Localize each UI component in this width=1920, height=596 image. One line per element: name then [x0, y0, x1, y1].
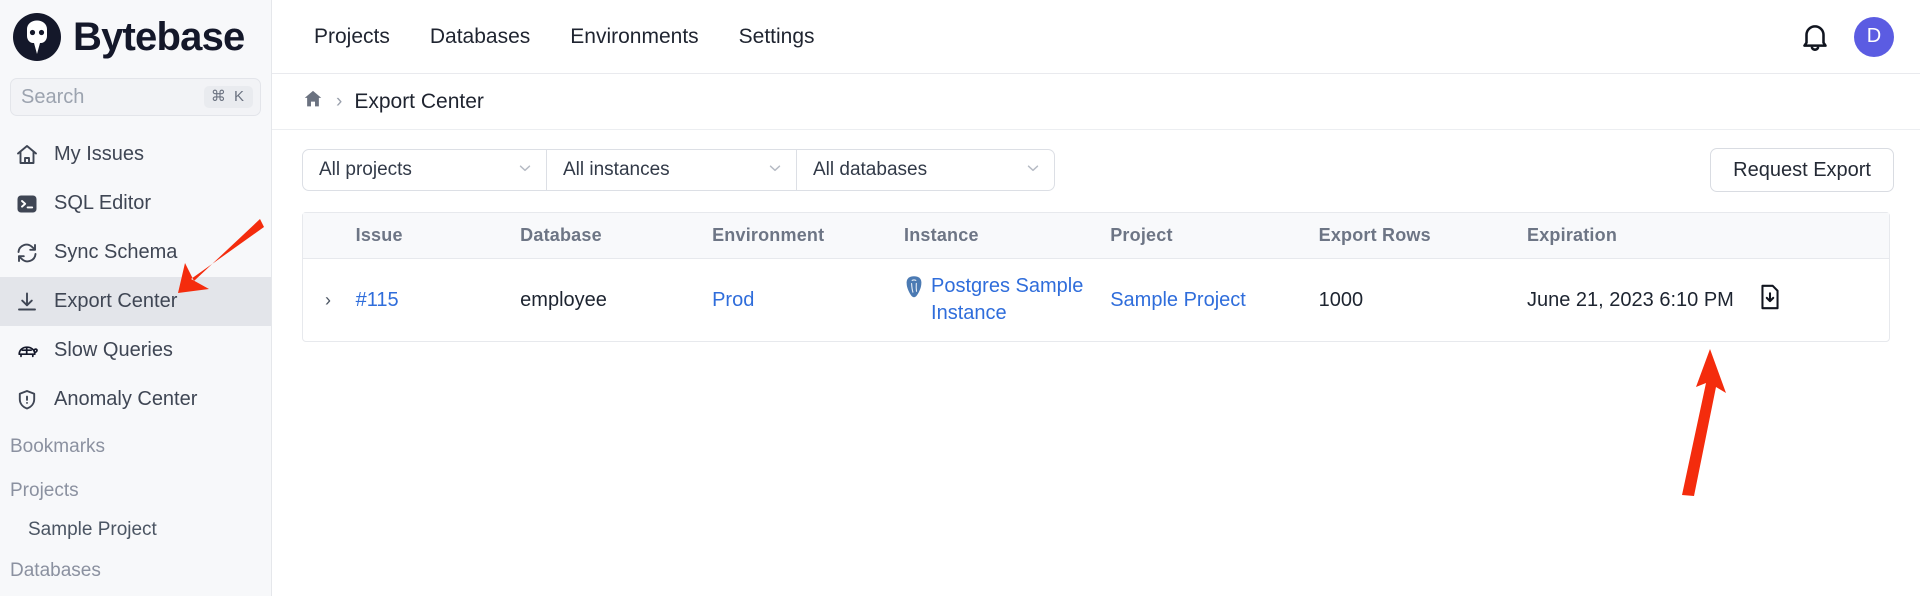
cell-instance: Postgres Sample Instance	[904, 259, 1110, 342]
breadcrumb-separator: ›	[336, 90, 343, 112]
search-container: Search ⌘ K	[0, 78, 271, 116]
cell-database: employee	[520, 288, 607, 311]
table-body: › #115 employee Prod Postgres Sample Ins…	[303, 259, 1889, 342]
issue-link[interactable]: #115	[356, 289, 399, 311]
file-download-icon[interactable]	[1757, 284, 1783, 316]
app-root: Bytebase Search ⌘ K My Issues SQL Editor…	[0, 0, 1920, 596]
breadcrumb-home-icon[interactable]	[302, 88, 324, 115]
sidebar-group-projects[interactable]: Projects	[0, 468, 271, 512]
home-icon	[14, 142, 40, 168]
breadcrumb: › Export Center	[272, 74, 1920, 130]
cell-action	[1757, 259, 1889, 342]
cell-project: Sample Project	[1110, 259, 1318, 342]
col-expand	[303, 213, 356, 259]
export-table: Issue Database Environment Instance Proj…	[303, 213, 1889, 341]
table-head: Issue Database Environment Instance Proj…	[303, 213, 1889, 259]
database-filter-value: All databases	[813, 159, 928, 180]
brand-name: Bytebase	[73, 15, 245, 59]
col-expiration: Expiration	[1527, 213, 1758, 259]
top-nav: Projects Databases Environments Settings	[294, 25, 835, 49]
col-action	[1757, 213, 1889, 259]
col-project: Project	[1110, 213, 1319, 259]
sidebar-item-label: My Issues	[54, 143, 145, 165]
main-content: Projects Databases Environments Settings…	[272, 0, 1920, 596]
sidebar: Bytebase Search ⌘ K My Issues SQL Editor…	[0, 0, 272, 596]
cell-environment: Prod	[712, 259, 904, 342]
instance-filter-select[interactable]: All instances	[547, 149, 797, 191]
cell-export-rows: 1000	[1318, 288, 1364, 311]
download-icon	[14, 289, 40, 315]
cell-issue: #115	[356, 259, 521, 342]
chevron-right-icon[interactable]: ›	[325, 290, 331, 310]
expiration-text: June 21, 2023 6:10 PM	[1527, 288, 1734, 311]
sidebar-item-label: Anomaly Center	[54, 388, 198, 410]
terminal-icon	[14, 191, 40, 217]
search-shortcut-badge: ⌘ K	[203, 85, 253, 109]
sidebar-item-my-issues[interactable]: My Issues	[0, 130, 271, 179]
chevron-down-icon	[516, 159, 534, 181]
brand[interactable]: Bytebase	[0, 0, 271, 74]
col-issue: Issue	[355, 213, 521, 259]
sidebar-item-sync-schema[interactable]: Sync Schema	[0, 228, 271, 277]
top-nav-environments[interactable]: Environments	[550, 25, 718, 49]
project-link[interactable]: Sample Project	[1110, 289, 1246, 311]
sidebar-group-bookmarks[interactable]: Bookmarks	[0, 424, 271, 468]
sidebar-item-anomaly-center[interactable]: Anomaly Center	[0, 375, 271, 424]
top-nav-databases[interactable]: Databases	[410, 25, 550, 49]
avatar[interactable]: D	[1854, 16, 1894, 57]
top-nav-projects[interactable]: Projects	[294, 25, 410, 49]
filter-bar: All projects All instances All databases	[272, 130, 1920, 206]
sidebar-item-sample-project[interactable]: Sample Project	[0, 512, 271, 548]
bytebase-logo-icon	[10, 10, 64, 64]
export-table-container: Issue Database Environment Instance Proj…	[302, 212, 1890, 342]
postgres-icon	[904, 275, 924, 299]
sidebar-item-label: Export Center	[54, 290, 178, 312]
search-placeholder: Search	[21, 85, 85, 108]
col-environment: Environment	[712, 213, 905, 259]
col-instance: Instance	[904, 213, 1111, 259]
top-nav-settings[interactable]: Settings	[719, 25, 835, 49]
breadcrumb-current: Export Center	[354, 89, 484, 113]
sidebar-item-slow-queries[interactable]: Slow Queries	[0, 326, 271, 375]
table-header-row: Issue Database Environment Instance Proj…	[303, 213, 1889, 259]
instance-link[interactable]: Postgres Sample Instance	[931, 273, 1110, 327]
turtle-icon	[14, 338, 40, 364]
database-filter-select[interactable]: All databases	[797, 149, 1055, 191]
sidebar-item-sql-editor[interactable]: SQL Editor	[0, 179, 271, 228]
col-database: Database	[520, 213, 713, 259]
shield-alert-icon	[14, 387, 40, 413]
table-row[interactable]: › #115 employee Prod Postgres Sample Ins…	[303, 259, 1889, 342]
sidebar-item-label: Slow Queries	[54, 339, 173, 361]
row-expand-toggle[interactable]: ›	[303, 259, 356, 342]
sidebar-item-label: SQL Editor	[54, 192, 152, 214]
instance-filter-value: All instances	[563, 159, 670, 180]
request-export-button[interactable]: Request Export	[1710, 148, 1894, 192]
cell-expiration: June 21, 2023 6:10 PM	[1527, 259, 1757, 342]
chevron-down-icon	[1024, 159, 1042, 181]
sidebar-nav: My Issues SQL Editor Sync Schema Export …	[0, 130, 271, 592]
filter-selects: All projects All instances All databases	[302, 149, 1055, 191]
col-export-rows: Export Rows	[1318, 213, 1527, 259]
environment-link[interactable]: Prod	[712, 289, 754, 311]
chevron-down-icon	[766, 159, 784, 181]
project-filter-select[interactable]: All projects	[302, 149, 547, 191]
topbar: Projects Databases Environments Settings…	[272, 0, 1920, 74]
project-filter-value: All projects	[319, 159, 412, 180]
search-input[interactable]: Search ⌘ K	[10, 78, 261, 116]
bell-icon[interactable]	[1798, 20, 1832, 54]
sidebar-item-label: Sync Schema	[54, 241, 178, 263]
sidebar-item-export-center[interactable]: Export Center	[0, 277, 271, 326]
refresh-icon	[14, 240, 40, 266]
sidebar-group-databases[interactable]: Databases	[0, 548, 271, 592]
